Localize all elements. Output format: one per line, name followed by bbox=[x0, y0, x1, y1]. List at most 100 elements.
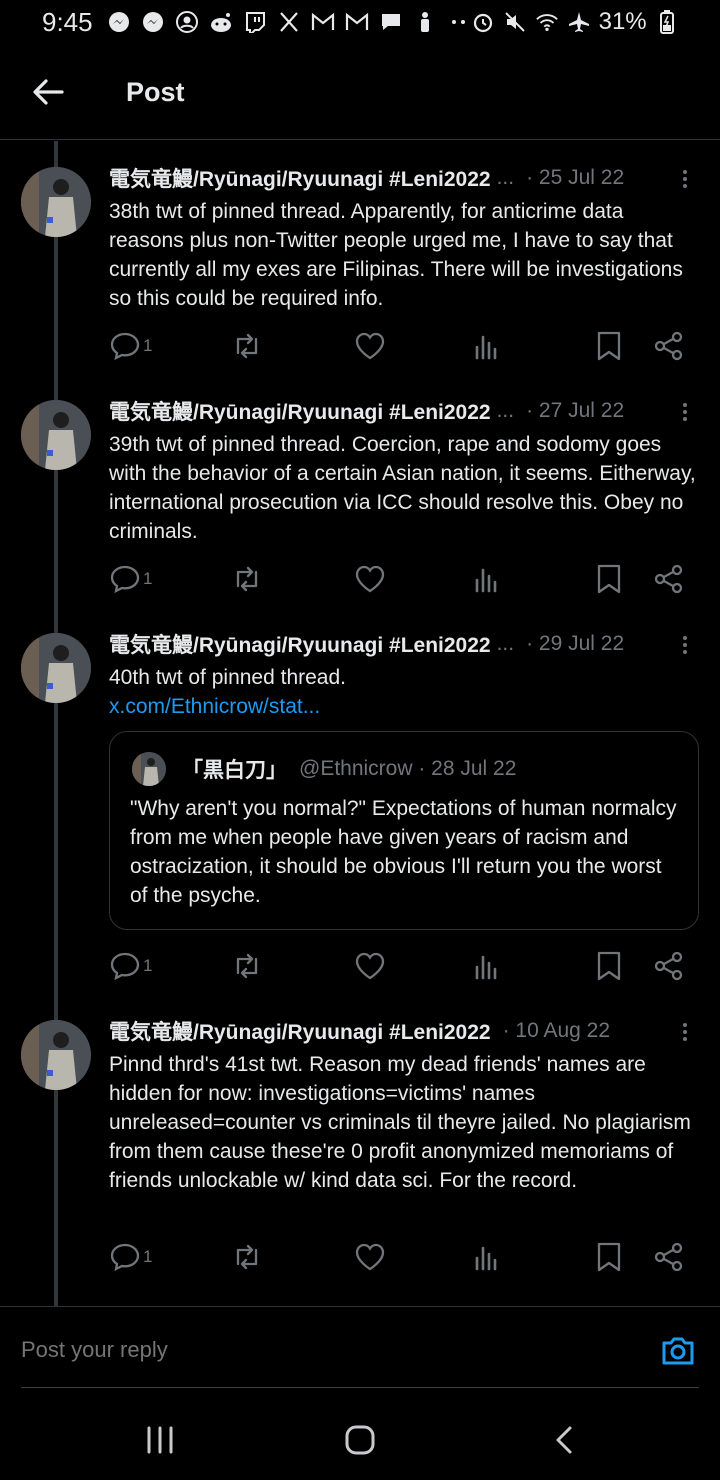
camera-button[interactable] bbox=[660, 1335, 696, 1367]
share-icon bbox=[654, 331, 683, 361]
views-button[interactable] bbox=[473, 330, 501, 362]
post[interactable]: 電気竜鰻/Ryūnagi/Ryuunagi #Leni2022 ... · 29… bbox=[0, 607, 720, 1007]
more-notifications-icon bbox=[447, 10, 471, 34]
reply-button[interactable]: 1 bbox=[109, 563, 152, 595]
quoted-text: "Why aren't you normal?" Expectations of… bbox=[130, 797, 677, 907]
recent-apps-button[interactable] bbox=[142, 1424, 182, 1456]
quoted-post[interactable]: 「黒白刀」 @Ethnicrow · 28 Jul 22 "Why aren't… bbox=[109, 731, 699, 930]
share-button[interactable] bbox=[654, 330, 684, 362]
post-date[interactable]: · 29 Jul 22 bbox=[526, 632, 624, 656]
notification-icons bbox=[107, 10, 471, 34]
home-button[interactable] bbox=[342, 1424, 382, 1456]
alarm-icon bbox=[471, 10, 495, 34]
post-date[interactable]: · 10 Aug 22 bbox=[503, 1019, 610, 1043]
reddit-icon bbox=[209, 10, 233, 34]
heart-icon bbox=[355, 565, 385, 593]
recent-apps-icon bbox=[147, 1426, 173, 1454]
bookmark-icon bbox=[597, 331, 621, 361]
post-header: 電気竜鰻/Ryūnagi/Ryuunagi #Leni2022 ... · 29… bbox=[109, 629, 669, 659]
share-button[interactable] bbox=[654, 1241, 684, 1273]
twitch-icon bbox=[243, 10, 267, 34]
bookmark-icon bbox=[597, 1242, 621, 1272]
post-header: 電気竜鰻/Ryūnagi/Ryuunagi #Leni2022 ... · 25… bbox=[109, 163, 669, 193]
reply-composer bbox=[0, 1306, 720, 1388]
author-name[interactable]: 電気竜鰻/Ryūnagi/Ryuunagi #Leni2022 bbox=[109, 163, 491, 193]
heart-icon bbox=[355, 332, 385, 360]
quoted-handle-date: @Ethnicrow · 28 Jul 22 bbox=[299, 757, 517, 780]
heart-icon bbox=[355, 1243, 385, 1271]
truncation-ellipsis: ... bbox=[496, 166, 515, 189]
battery-percent: 31% bbox=[598, 8, 647, 35]
views-button[interactable] bbox=[473, 1241, 501, 1273]
share-icon bbox=[654, 1242, 683, 1272]
airplane-mode-icon bbox=[567, 10, 591, 34]
reply-button[interactable]: 1 bbox=[109, 330, 152, 362]
avatar[interactable] bbox=[21, 1020, 91, 1090]
post-text: 38th twt of pinned thread. Apparently, f… bbox=[109, 200, 683, 310]
reply-input[interactable] bbox=[21, 1337, 581, 1363]
quoted-avatar bbox=[132, 752, 166, 786]
repost-button[interactable] bbox=[230, 563, 264, 595]
more-options-button[interactable] bbox=[680, 167, 690, 193]
post-date[interactable]: · 27 Jul 22 bbox=[526, 399, 624, 423]
bookmark-button[interactable] bbox=[595, 330, 623, 362]
post-text: Pinnd thrd's 41st twt. Reason my dead fr… bbox=[109, 1053, 691, 1192]
post[interactable]: 電気竜鰻/Ryūnagi/Ryuunagi #Leni2022 ... · 25… bbox=[0, 141, 720, 391]
post-text: 39th twt of pinned thread. Coercion, rap… bbox=[109, 433, 696, 543]
avatar[interactable] bbox=[21, 633, 91, 703]
gmail-icon bbox=[345, 10, 369, 34]
back-button[interactable] bbox=[30, 74, 70, 110]
views-button[interactable] bbox=[473, 950, 501, 982]
post[interactable]: 電気竜鰻/Ryūnagi/Ryuunagi #Leni2022 · 10 Aug… bbox=[0, 994, 720, 1294]
bar-chart-icon bbox=[475, 335, 497, 360]
reply-count: 1 bbox=[143, 956, 153, 975]
author-name[interactable]: 電気竜鰻/Ryūnagi/Ryuunagi #Leni2022 bbox=[109, 1016, 491, 1046]
post-link[interactable]: x.com/Ethnicrow/stat... bbox=[109, 692, 320, 721]
back-nav-button[interactable] bbox=[546, 1424, 586, 1456]
x-icon bbox=[277, 10, 301, 34]
bookmark-button[interactable] bbox=[595, 563, 623, 595]
post-date[interactable]: · 25 Jul 22 bbox=[526, 166, 624, 190]
author-name[interactable]: 電気竜鰻/Ryūnagi/Ryuunagi #Leni2022 bbox=[109, 396, 491, 426]
repost-button[interactable] bbox=[230, 1241, 264, 1273]
like-button[interactable] bbox=[354, 330, 386, 362]
messenger-icon bbox=[107, 10, 131, 34]
reply-button[interactable]: 1 bbox=[109, 950, 152, 982]
bookmark-button[interactable] bbox=[595, 1241, 623, 1273]
repost-button[interactable] bbox=[230, 950, 264, 982]
quoted-author-name: 「黒白刀」 bbox=[182, 759, 287, 782]
share-icon bbox=[654, 951, 683, 981]
bar-chart-icon bbox=[475, 568, 497, 593]
like-button[interactable] bbox=[354, 1241, 386, 1273]
share-button[interactable] bbox=[654, 563, 684, 595]
like-button[interactable] bbox=[354, 563, 386, 595]
reply-icon bbox=[110, 952, 140, 981]
heart-icon bbox=[355, 952, 385, 980]
more-options-button[interactable] bbox=[680, 1020, 690, 1046]
avatar[interactable] bbox=[21, 400, 91, 470]
repost-icon bbox=[236, 1244, 258, 1270]
post[interactable]: 電気竜鰻/Ryūnagi/Ryuunagi #Leni2022 ... · 27… bbox=[0, 374, 720, 624]
like-button[interactable] bbox=[354, 950, 386, 982]
status-time: 9:45 bbox=[42, 6, 93, 37]
views-button[interactable] bbox=[473, 563, 501, 595]
status-bar: 9:45 31% bbox=[0, 0, 720, 44]
repost-icon bbox=[236, 953, 258, 979]
more-options-button[interactable] bbox=[680, 633, 690, 659]
account-icon bbox=[175, 10, 199, 34]
system-navigation-bar bbox=[0, 1400, 720, 1480]
reply-icon bbox=[110, 332, 140, 361]
repost-button[interactable] bbox=[230, 330, 264, 362]
messenger-icon bbox=[141, 10, 165, 34]
bookmark-button[interactable] bbox=[595, 950, 623, 982]
top-app-bar: Post bbox=[0, 44, 720, 140]
avatar[interactable] bbox=[21, 167, 91, 237]
share-button[interactable] bbox=[654, 950, 684, 982]
reply-icon bbox=[110, 565, 140, 594]
wifi-icon bbox=[535, 10, 559, 34]
reply-button[interactable]: 1 bbox=[109, 1241, 152, 1273]
back-chevron-icon bbox=[556, 1426, 572, 1454]
divider bbox=[21, 1387, 699, 1388]
author-name[interactable]: 電気竜鰻/Ryūnagi/Ryuunagi #Leni2022 bbox=[109, 629, 491, 659]
more-options-button[interactable] bbox=[680, 400, 690, 426]
